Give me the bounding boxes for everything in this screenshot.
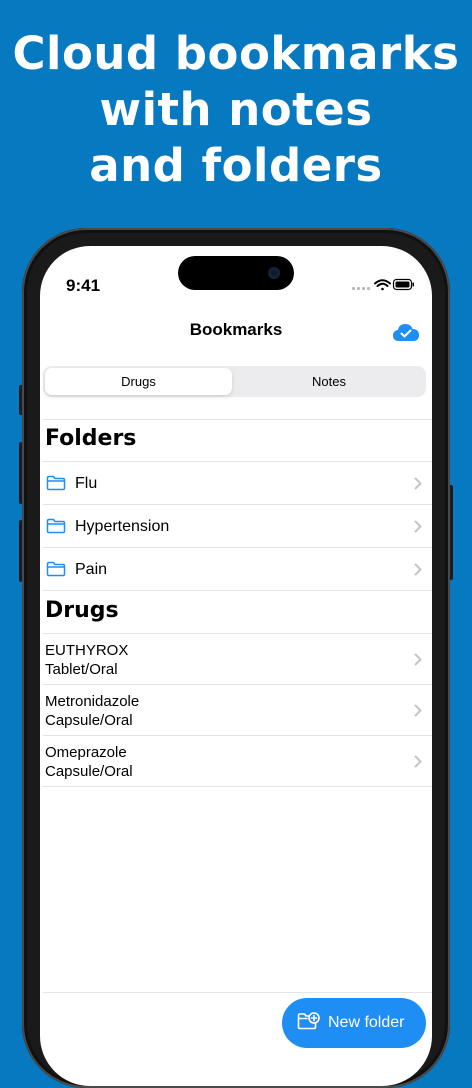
folders-section-title: Folders bbox=[45, 426, 137, 451]
drug-row[interactable]: Metronidazole Capsule/Oral bbox=[43, 685, 432, 736]
chevron-right-icon bbox=[414, 477, 422, 495]
folder-icon bbox=[46, 561, 66, 582]
headline-line-2: with notes bbox=[99, 83, 373, 136]
phone-frame: 9:41 Bookmarks Drugs Notes Folders Flu H… bbox=[22, 228, 450, 1088]
cloud-check-icon[interactable] bbox=[392, 322, 420, 347]
new-folder-button[interactable]: New folder bbox=[282, 998, 426, 1048]
divider bbox=[43, 419, 432, 420]
chevron-right-icon bbox=[414, 755, 422, 773]
status-icons bbox=[352, 278, 414, 297]
divider bbox=[43, 590, 432, 591]
chevron-right-icon bbox=[414, 563, 422, 581]
promo-headline: Cloud bookmarks with notes and folders bbox=[0, 26, 472, 194]
camera-icon bbox=[268, 267, 280, 279]
folder-row[interactable]: Flu bbox=[43, 462, 432, 505]
drug-name: Omeprazole bbox=[45, 744, 127, 761]
drugs-section-title: Drugs bbox=[45, 598, 119, 623]
drug-row[interactable]: Omeprazole Capsule/Oral bbox=[43, 736, 432, 787]
wifi-icon bbox=[374, 279, 391, 291]
chevron-right-icon bbox=[414, 653, 422, 671]
headline-line-3: and folders bbox=[89, 139, 383, 192]
drug-form: Capsule/Oral bbox=[45, 712, 133, 729]
toolbar-divider bbox=[43, 992, 432, 993]
folder-icon bbox=[46, 518, 66, 539]
headline-line-1: Cloud bookmarks bbox=[12, 27, 460, 80]
phone-screen: 9:41 Bookmarks Drugs Notes Folders Flu H… bbox=[40, 246, 432, 1086]
folder-row[interactable]: Hypertension bbox=[43, 505, 432, 548]
segment-notes[interactable]: Notes bbox=[234, 368, 424, 395]
chevron-right-icon bbox=[414, 520, 422, 538]
dynamic-island bbox=[178, 256, 294, 290]
drug-name: EUTHYROX bbox=[45, 642, 129, 659]
segmented-control: Drugs Notes bbox=[43, 366, 426, 397]
signal-icon bbox=[352, 287, 370, 290]
segment-drugs[interactable]: Drugs bbox=[45, 368, 232, 395]
folder-icon bbox=[46, 475, 66, 496]
divider bbox=[43, 786, 432, 787]
folder-label: Pain bbox=[75, 561, 108, 578]
chevron-right-icon bbox=[414, 704, 422, 722]
drug-name: Metronidazole bbox=[45, 693, 140, 710]
battery-icon bbox=[392, 278, 414, 291]
new-folder-label: New folder bbox=[328, 1014, 405, 1031]
drug-row[interactable]: EUTHYROX Tablet/Oral bbox=[43, 634, 432, 685]
folder-row[interactable]: Pain bbox=[43, 548, 432, 591]
drug-form: Tablet/Oral bbox=[45, 661, 118, 678]
folder-label: Flu bbox=[75, 475, 98, 492]
nav-title: Bookmarks bbox=[189, 320, 283, 339]
folder-label: Hypertension bbox=[75, 518, 170, 535]
status-time: 9:41 bbox=[66, 276, 101, 295]
drug-form: Capsule/Oral bbox=[45, 763, 133, 780]
